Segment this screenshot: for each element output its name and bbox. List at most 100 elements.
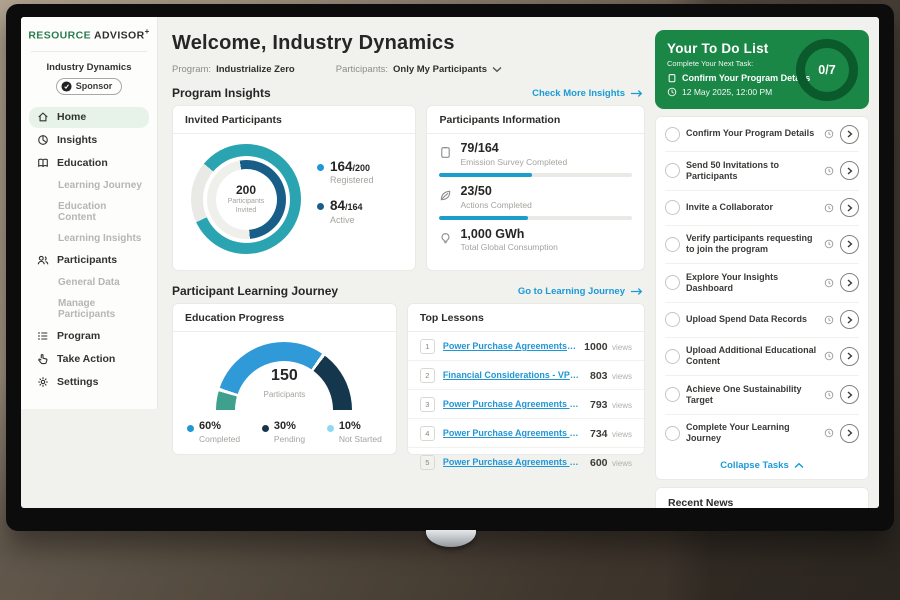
task-label: Invite a Collaborator <box>686 202 818 213</box>
task-label: Send 50 Invitations to Participants <box>686 160 818 183</box>
sidebar-item-learning-journey[interactable]: Learning Journey <box>29 176 149 195</box>
go-to-learning-journey-link[interactable]: Go to Learning Journey <box>518 286 643 297</box>
card-title: Invited Participants <box>173 106 415 134</box>
survey-icon <box>439 146 452 159</box>
list-icon <box>37 330 49 342</box>
lesson-link[interactable]: Power Purchase Agreements 101 <box>443 341 576 351</box>
task-go-button[interactable] <box>840 310 859 329</box>
task-checkbox[interactable] <box>665 200 680 215</box>
legend-label: Not Started <box>339 434 382 444</box>
sidebar: RESOURCE ADVISOR+ Industry Dynamics Spon… <box>21 17 158 409</box>
gauge-center-label: Participants <box>264 390 306 399</box>
program-filter-label: Program: <box>172 64 211 75</box>
monitor-stand <box>426 530 476 547</box>
task-label: Upload Additional Educational Content <box>686 345 818 368</box>
legend-not-started: 10% Not Started <box>327 421 382 444</box>
lesson-link[interactable]: Power Purchase Agreements 103 <box>443 457 582 467</box>
task-checkbox[interactable] <box>665 127 680 142</box>
sidebar-item-education[interactable]: Education <box>29 153 149 174</box>
stat-label: Emission Survey Completed <box>460 157 567 167</box>
photo-background: RESOURCE ADVISOR+ Industry Dynamics Spon… <box>0 0 900 600</box>
lesson-link[interactable]: Power Purchase Agreements 102 <box>443 428 582 438</box>
task-go-button[interactable] <box>840 161 859 180</box>
task-go-button[interactable] <box>840 198 859 217</box>
program-filter[interactable]: Program: Industrialize Zero <box>172 64 310 75</box>
task-checkbox[interactable] <box>665 312 680 327</box>
task-label: Complete Your Learning Journey <box>686 422 818 445</box>
task-go-button[interactable] <box>840 235 859 254</box>
main-content: Welcome, Industry Dynamics Program: Indu… <box>158 17 879 508</box>
sidebar-item-take-action[interactable]: Take Action <box>29 349 149 370</box>
task-checkbox[interactable] <box>665 163 680 178</box>
task-row[interactable]: Verify participants requesting to join t… <box>665 226 859 265</box>
arrow-right-icon <box>630 89 643 98</box>
check-more-insights-link[interactable]: Check More Insights <box>532 88 643 99</box>
recent-news-card: Recent News <box>655 487 869 508</box>
legend-label: Active <box>330 215 363 225</box>
legend-label: Pending <box>274 434 305 444</box>
lesson-row: 2 Financial Considerations - VPPAs 803 v… <box>408 361 644 390</box>
participants-filter[interactable]: Participants: Only My Participants <box>336 64 502 75</box>
sidebar-item-education-content[interactable]: Education Content <box>29 197 149 227</box>
legend-dot <box>327 425 334 432</box>
clipboard-icon <box>667 73 677 83</box>
lesson-rank: 3 <box>420 397 435 412</box>
collapse-tasks-link[interactable]: Collapse Tasks <box>665 452 859 479</box>
legend-denominator: /164 <box>345 202 363 212</box>
task-row[interactable]: Explore Your Insights Dashboard <box>665 264 859 303</box>
top-lessons-card: Top Lessons 1 Power Purchase Agreements … <box>407 303 645 455</box>
lesson-link[interactable]: Power Purchase Agreements 101 <box>443 399 582 409</box>
lesson-link[interactable]: Financial Considerations - VPPAs <box>443 370 582 380</box>
task-checkbox[interactable] <box>665 275 680 290</box>
sidebar-item-participants[interactable]: Participants <box>29 250 149 271</box>
lesson-row: 3 Power Purchase Agreements 101 793 view… <box>408 390 644 419</box>
sidebar-item-program[interactable]: Program <box>29 326 149 347</box>
link-label: Go to Learning Journey <box>518 286 625 297</box>
program-filter-value: Industrialize Zero <box>216 64 295 75</box>
chevron-down-icon <box>300 66 310 73</box>
clock-icon <box>824 351 834 361</box>
nav-label: Take Action <box>57 353 115 365</box>
book-icon <box>37 157 49 169</box>
sidebar-item-learning-insights[interactable]: Learning Insights <box>29 229 149 248</box>
task-checkbox[interactable] <box>665 387 680 402</box>
take-action-icon <box>37 353 49 365</box>
task-row[interactable]: Achieve One Sustainability Target <box>665 376 859 415</box>
filter-bar: Program: Industrialize Zero Participants… <box>172 64 645 75</box>
card-title: Top Lessons <box>408 304 644 332</box>
participants-filter-label: Participants: <box>336 64 388 75</box>
sidebar-item-settings[interactable]: Settings <box>29 372 149 393</box>
participants-information-card: Participants Information 79/164 Emission… <box>426 105 645 271</box>
task-label: Achieve One Sustainability Target <box>686 384 818 407</box>
task-go-button[interactable] <box>840 385 859 404</box>
clock-icon <box>824 278 834 288</box>
task-go-button[interactable] <box>840 273 859 292</box>
task-checkbox[interactable] <box>665 349 680 364</box>
sidebar-item-home[interactable]: Home <box>29 107 149 128</box>
task-row[interactable]: Upload Additional Educational Content <box>665 338 859 377</box>
org-name: Industry Dynamics <box>21 62 157 73</box>
clock-icon <box>824 390 834 400</box>
sponsor-badge[interactable]: Sponsor <box>56 78 123 95</box>
task-go-button[interactable] <box>840 347 859 366</box>
task-go-button[interactable] <box>840 424 859 443</box>
todo-due-date: 12 May 2025, 12:00 PM <box>682 87 772 97</box>
sidebar-item-general-data[interactable]: General Data <box>29 273 149 292</box>
legend-label: Completed <box>199 434 240 444</box>
task-checkbox[interactable] <box>665 426 680 441</box>
lesson-views: 803 <box>590 370 608 382</box>
divider <box>31 51 147 52</box>
task-row[interactable]: Send 50 Invitations to Participants <box>665 152 859 191</box>
sidebar-item-manage-participants[interactable]: Manage Participants <box>29 294 149 324</box>
lesson-row: 5 Power Purchase Agreements 103 600 view… <box>408 448 644 476</box>
task-label: Confirm Your Program Details <box>686 128 818 139</box>
task-go-button[interactable] <box>840 125 859 144</box>
task-row[interactable]: Confirm Your Program Details <box>665 117 859 152</box>
chevron-up-icon <box>794 462 804 469</box>
task-row[interactable]: Upload Spend Data Records <box>665 303 859 338</box>
sidebar-item-insights[interactable]: Insights <box>29 130 149 151</box>
task-row[interactable]: Invite a Collaborator <box>665 191 859 226</box>
task-checkbox[interactable] <box>665 237 680 252</box>
stat-consumption: 1,000 GWh Total Global Consumption <box>427 220 644 253</box>
task-row[interactable]: Complete Your Learning Journey <box>665 415 859 453</box>
